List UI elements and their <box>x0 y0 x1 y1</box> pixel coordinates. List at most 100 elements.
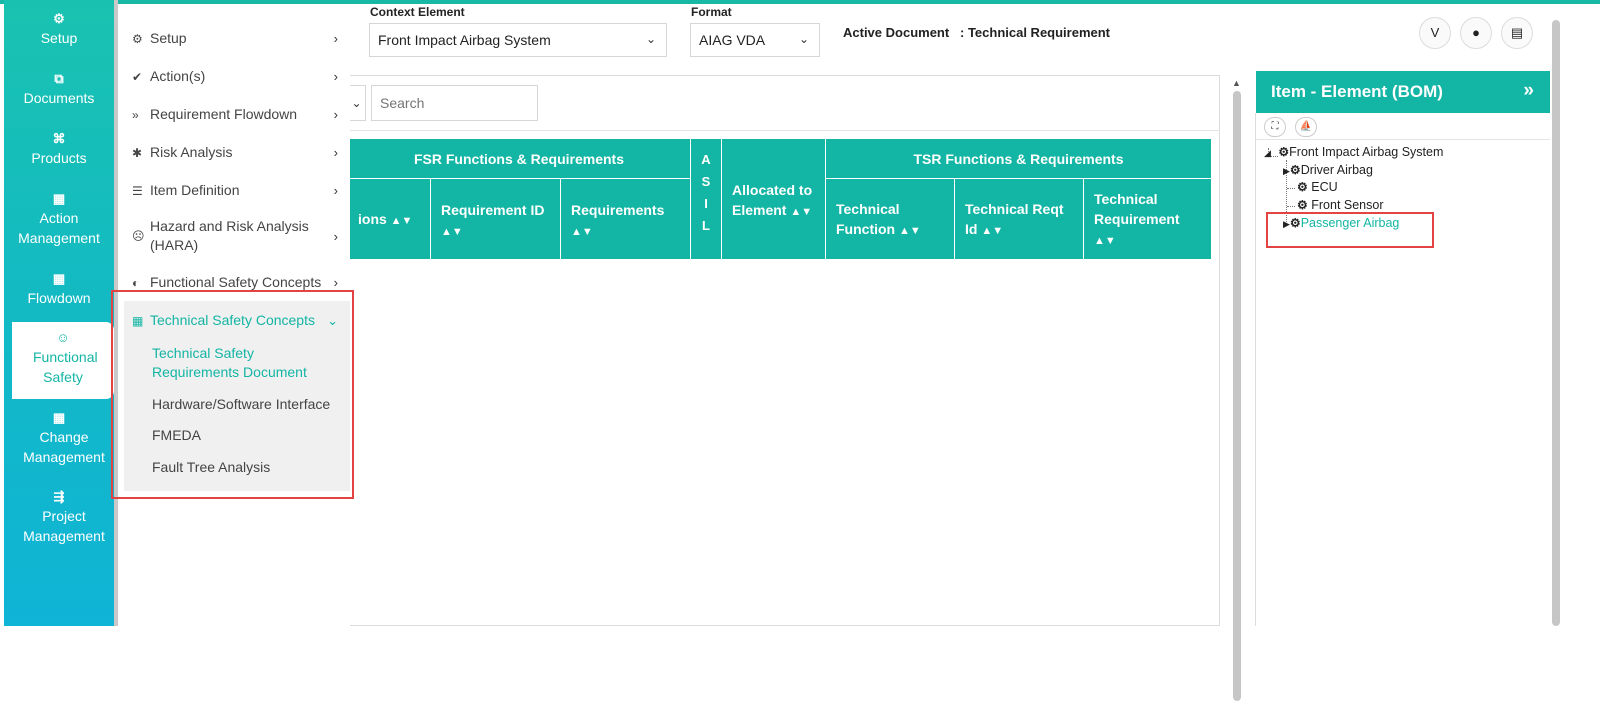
chevron-right-icon: › <box>333 69 338 84</box>
sort-icon: ▲▼ <box>390 215 413 227</box>
tree-node-root[interactable]: ◢ ⚙Front Impact Airbag System <box>1264 145 1443 159</box>
building-icon: ▦ <box>52 410 66 425</box>
col-technical-reqt-id-header[interactable]: Technical Reqt Id ▲▼ <box>954 178 1083 259</box>
tree-node-front-sensor[interactable]: ⚙ Front Sensor <box>1297 198 1384 212</box>
nav-item-flowdown[interactable]: ▦ Flowdown <box>4 270 114 308</box>
tree-label: ECU <box>1311 180 1338 194</box>
context-element-value: Front Impact Airbag System <box>378 32 551 48</box>
col-functions-header[interactable]: ions ▲▼ <box>348 178 430 259</box>
tree-connector <box>1287 188 1295 189</box>
col-requirement-id-header[interactable]: Requirement ID ▲▼ <box>430 178 560 259</box>
sitemap-icon: ⇶ <box>53 489 65 504</box>
col-label: Technical Requirement <box>1094 191 1180 227</box>
chevron-right-icon: › <box>333 107 338 122</box>
building-icon: ▦ <box>52 271 66 286</box>
highlight-box <box>1266 212 1434 248</box>
col-asil-header[interactable]: A S I L <box>690 139 721 259</box>
col-requirements-header[interactable]: Requirements ▲▼ <box>560 178 690 259</box>
nav-label: Functional Safety <box>33 349 98 385</box>
tree-label: Front Sensor <box>1311 198 1384 212</box>
bom-title: Item - Element (BOM) <box>1271 82 1443 101</box>
building-icon: ▦ <box>52 191 66 206</box>
fsr-group-header: FSR Functions & Requirements <box>348 139 690 178</box>
tree-label: Front Impact Airbag System <box>1289 145 1444 159</box>
col-label: A S I L <box>701 152 711 233</box>
nav-label: Documents <box>23 90 95 106</box>
sort-icon: ▲▼ <box>899 225 921 237</box>
highlight-box <box>111 290 354 499</box>
page-scrollbar[interactable] <box>1552 20 1560 626</box>
sort-icon: ▲▼ <box>1094 235 1116 247</box>
vine-icon[interactable]: V <box>1419 17 1451 49</box>
products-icon: ⌘ <box>52 131 66 146</box>
sort-icon: ▲▼ <box>790 206 813 218</box>
chevron-right-icon: › <box>333 145 338 160</box>
tree-label: Driver Airbag <box>1300 163 1373 177</box>
nav-item-setup[interactable]: ⚙ Setup <box>4 10 114 48</box>
col-technical-function-header[interactable]: Technical Function ▲▼ <box>825 178 954 259</box>
nav-item-products[interactable]: ⌘ Products <box>4 130 114 168</box>
nav-item-project-management[interactable]: ⇶ Project Management <box>4 488 114 546</box>
page-size-select[interactable]: ⌄ <box>348 85 366 121</box>
face-icon: ☺ <box>56 330 70 345</box>
menu-label: Item Definition <box>150 182 240 198</box>
col-allocated-header[interactable]: Allocated to Element ▲▼ <box>721 139 825 259</box>
drop-icon[interactable]: ● <box>1460 17 1492 49</box>
context-element-label: Context Element <box>370 5 465 19</box>
menu-item-hara[interactable]: ☹ Hazard and Risk Analysis (HARA) › <box>132 217 344 255</box>
gears-icon: ⚙ <box>1289 163 1301 177</box>
sort-icon: ▲▼ <box>981 225 1004 237</box>
collapse-toggle-icon[interactable]: ◢ <box>1264 148 1271 158</box>
nav-label: Project Management <box>23 508 105 544</box>
collapse-icon[interactable]: ⛵ <box>1295 117 1317 137</box>
col-label: Requirements <box>571 202 665 218</box>
nav-item-change-management[interactable]: ▦ Change Management <box>4 409 114 467</box>
sort-icon: ▲▼ <box>441 226 463 238</box>
nav-label: Setup <box>40 30 78 46</box>
menu-item-item-definition[interactable]: ☰ Item Definition › <box>132 181 344 201</box>
left-nav: ⚙ Setup ⧉ Documents ⌘ Products ▦ Action … <box>4 0 114 626</box>
nav-label: Change Management <box>23 429 105 465</box>
double-chevron-right-icon[interactable]: » <box>1523 80 1534 102</box>
menu-item-setup[interactable]: ⚙ Setup › <box>132 29 344 49</box>
search-input[interactable] <box>371 85 538 121</box>
nav-item-action-management[interactable]: ▦ Action Management <box>4 190 114 248</box>
check-icon: ✔ <box>132 70 143 84</box>
chevron-down-icon: ⌄ <box>645 32 656 46</box>
menu-label: Action(s) <box>150 68 206 84</box>
tsr-group-header: TSR Functions & Requirements <box>825 139 1211 178</box>
gears-icon: ⚙ <box>132 32 143 46</box>
face-icon: ☹ <box>132 229 145 243</box>
main-scrollbar[interactable]: ▲ <box>1229 75 1245 701</box>
gear-icon: ⚙ <box>1297 180 1308 194</box>
menu-label: Risk Analysis <box>150 144 233 160</box>
scroll-thumb[interactable] <box>1233 91 1241 701</box>
gears-icon: ⚙ <box>53 11 65 26</box>
menu-label: Setup <box>150 30 187 46</box>
nav-label: Products <box>31 150 87 166</box>
nav-item-functional-safety[interactable]: ☺ Functional Safety <box>12 322 114 399</box>
context-element-select[interactable]: Front Impact Airbag System ⌄ <box>369 23 667 57</box>
format-label: Format <box>691 5 732 19</box>
scroll-up-icon[interactable]: ▲ <box>1232 78 1241 88</box>
menu-item-actions[interactable]: ✔ Action(s) › <box>132 67 344 87</box>
active-document-label: Active Document <box>843 25 950 40</box>
format-select[interactable]: AIAG VDA ⌄ <box>690 23 820 57</box>
tree-node-ecu[interactable]: ⚙ ECU <box>1297 180 1338 194</box>
expand-toggle-icon[interactable]: ▶ <box>1283 166 1290 176</box>
menu-label: Hazard and Risk Analysis (HARA) <box>150 218 309 253</box>
chevron-right-icon: › <box>333 183 338 198</box>
expand-icon[interactable]: ⛶ <box>1264 117 1286 137</box>
chevron-down-icon: ⌄ <box>798 32 809 46</box>
nav-item-documents[interactable]: ⧉ Documents <box>4 70 114 108</box>
col-technical-requirement-header[interactable]: Technical Requirement ▲▼ <box>1083 178 1211 259</box>
bom-panel-header: Item - Element (BOM) » <box>1256 71 1550 113</box>
tree-connector <box>1287 206 1295 207</box>
col-label: Technical Function <box>836 201 900 237</box>
menu-item-risk-analysis[interactable]: ✱ Risk Analysis › <box>132 143 344 163</box>
list-icon: ☰ <box>132 184 143 198</box>
menu-item-requirement-flowdown[interactable]: » Requirement Flowdown › <box>132 105 344 125</box>
chart-icon[interactable]: ▤ <box>1501 17 1533 49</box>
tree-node-driver-airbag[interactable]: ▶⚙Driver Airbag <box>1283 163 1373 177</box>
menu-label: Requirement Flowdown <box>150 106 298 122</box>
